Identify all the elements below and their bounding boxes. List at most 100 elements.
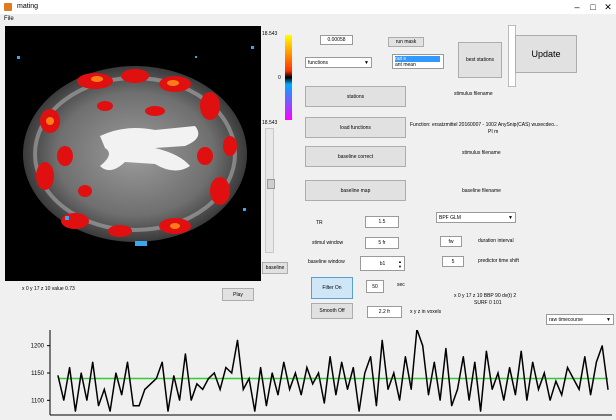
data-point xyxy=(132,405,134,407)
data-point xyxy=(190,399,192,401)
data-point xyxy=(503,399,505,401)
smooth-toggle-button[interactable]: Smooth Off xyxy=(311,303,353,319)
data-point xyxy=(283,361,285,363)
smooth-field[interactable]: 2.2 fr xyxy=(367,306,402,318)
timecourse-chart[interactable]: 1200 1150 1100 xyxy=(0,330,616,420)
data-point xyxy=(393,372,395,374)
data-point xyxy=(207,377,210,380)
filter-unit: sec xyxy=(397,282,405,288)
data-point xyxy=(422,345,424,347)
duration-field[interactable]: fw xyxy=(440,236,462,247)
list-item[interactable]: ant mean xyxy=(395,62,416,68)
window-title: mating xyxy=(17,3,39,10)
load-functions-button[interactable]: load functions xyxy=(305,117,406,138)
data-point xyxy=(480,410,482,412)
coord-right: x 0 y 17 z 10 BBP 90 dv(t) 2 xyxy=(454,293,517,299)
chevron-down-icon: ▼ xyxy=(364,59,369,66)
run-mask-button[interactable]: run mask xyxy=(388,37,424,47)
header-label: stimulus filename xyxy=(454,91,493,97)
data-point xyxy=(173,375,175,377)
spinner-arrows-icon[interactable]: ▲ ▼ xyxy=(398,259,402,269)
data-point xyxy=(509,366,511,369)
data-point xyxy=(300,394,302,396)
best-stations-button[interactable]: best stations xyxy=(458,42,502,78)
data-point xyxy=(213,372,215,374)
slider-thumb[interactable] xyxy=(267,179,275,189)
data-point xyxy=(532,361,534,363)
data-point xyxy=(289,388,291,390)
app-icon xyxy=(4,3,12,11)
filter-field[interactable]: 50 xyxy=(366,280,384,293)
baseline-correct-button[interactable]: baseline correct xyxy=(305,146,406,167)
data-point xyxy=(126,361,129,363)
value-field[interactable]: 0.00058 xyxy=(320,35,353,45)
data-point xyxy=(219,388,221,390)
tr-label: TR xyxy=(316,220,323,226)
data-point xyxy=(260,366,262,369)
data-point xyxy=(595,361,598,363)
baseline-window-label: baseline window xyxy=(308,259,345,265)
data-point xyxy=(248,377,250,380)
function-sub: PI m xyxy=(488,129,499,135)
title-bar xyxy=(0,0,616,15)
function-select[interactable]: functions ▼ xyxy=(305,57,372,68)
stim-window-field[interactable]: 5 fr xyxy=(365,237,399,249)
data-point xyxy=(254,410,256,412)
data-point xyxy=(86,399,88,401)
filter-toggle-button[interactable]: Filter On xyxy=(311,277,353,299)
data-point xyxy=(375,405,377,407)
data-point xyxy=(601,345,603,347)
data-point xyxy=(358,410,360,412)
close-icon[interactable]: ✕ xyxy=(601,1,615,13)
data-point xyxy=(387,388,389,390)
data-point xyxy=(497,372,499,374)
coord-left: x 0 y 17 z 10 value 0.73 xyxy=(22,286,75,292)
data-point xyxy=(184,353,186,355)
data-point xyxy=(451,405,453,407)
data-point xyxy=(80,372,82,374)
data-point xyxy=(607,388,609,390)
data-point xyxy=(578,388,580,390)
smooth-label: x y z in voxels xyxy=(410,309,442,315)
baseline-slider-button[interactable]: baseline xyxy=(262,262,288,274)
colorbar-max-label: 18.543 xyxy=(262,31,278,37)
data-point xyxy=(312,383,314,385)
data-point xyxy=(399,399,401,401)
stations-button[interactable]: stations xyxy=(305,86,406,107)
data-point xyxy=(352,366,354,369)
data-point xyxy=(526,399,528,401)
data-point xyxy=(561,394,563,396)
data-point xyxy=(445,347,447,349)
brain-image[interactable] xyxy=(5,26,261,281)
maximize-icon[interactable]: □ xyxy=(586,1,600,13)
play-button[interactable]: Play xyxy=(222,288,254,301)
data-point xyxy=(196,383,198,385)
data-point xyxy=(242,388,244,390)
y-tick-label: 1200 xyxy=(31,344,45,350)
y-tick-label: 1100 xyxy=(31,398,45,404)
predictor-field[interactable]: 5 xyxy=(442,256,464,267)
baseline-map-button[interactable]: baseline map xyxy=(305,180,406,201)
data-point xyxy=(549,399,551,401)
data-point xyxy=(150,383,152,385)
chevron-down-icon: ▼ xyxy=(508,214,513,221)
tr-field[interactable]: 1.5 xyxy=(365,216,399,228)
data-point xyxy=(456,388,459,390)
baseline-window-spinner[interactable]: b1 ▲ ▼ xyxy=(360,256,405,271)
filter-type-select[interactable]: BPF GLM ▼ xyxy=(436,212,516,223)
colorbar-mid-label: 0 xyxy=(278,75,281,81)
data-point xyxy=(57,375,59,377)
data-point xyxy=(335,394,337,396)
minimize-icon[interactable]: – xyxy=(570,1,584,13)
data-point xyxy=(271,372,273,374)
data-point xyxy=(306,366,308,369)
chevron-down-icon: ▼ xyxy=(606,316,611,323)
plot-type-select[interactable]: raw timecourse ▼ xyxy=(546,314,614,325)
data-point xyxy=(590,394,592,396)
data-point xyxy=(144,388,146,390)
update-button[interactable]: Update xyxy=(515,35,577,73)
threshold-slider[interactable] xyxy=(265,128,275,253)
data-point xyxy=(410,388,412,390)
method-list[interactable]: out s ant mean xyxy=(392,54,444,69)
menu-file[interactable]: File xyxy=(4,16,14,22)
